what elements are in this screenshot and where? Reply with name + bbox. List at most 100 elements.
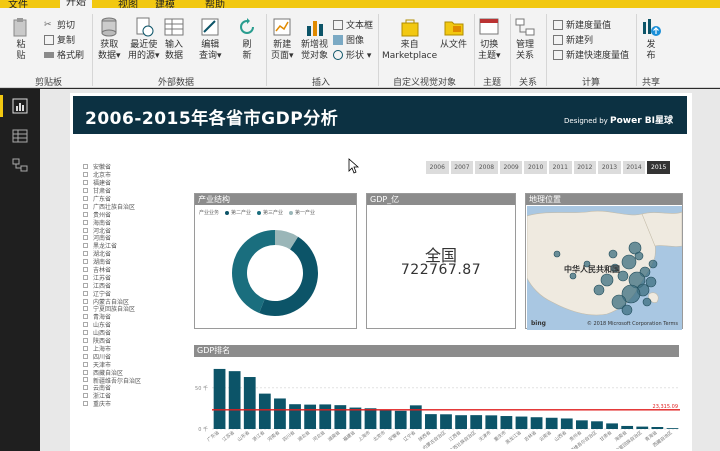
map-bubble[interactable]: [642, 297, 652, 307]
edit-queries-button[interactable]: 编辑 查询▾: [199, 16, 222, 62]
checkbox[interactable]: [83, 401, 88, 407]
map-bubble[interactable]: [608, 249, 618, 259]
checkbox[interactable]: [83, 180, 88, 186]
year-button[interactable]: 2011: [548, 161, 572, 174]
map-bubble[interactable]: [645, 276, 657, 288]
gdp-bar[interactable]: [213, 368, 226, 429]
new-page-button[interactable]: 新建 页面▾: [271, 16, 294, 62]
year-button[interactable]: 2013: [598, 161, 621, 174]
map-bubble[interactable]: [593, 284, 605, 296]
checkbox[interactable]: [83, 345, 88, 351]
tab-home[interactable]: 开始: [60, 0, 92, 8]
checkbox[interactable]: [83, 203, 88, 209]
checkbox[interactable]: [83, 306, 88, 312]
gdp-bar[interactable]: [349, 407, 362, 429]
gdp-bar[interactable]: [575, 420, 588, 429]
province-slicer-item[interactable]: 重庆市: [83, 400, 183, 408]
gdp-bar[interactable]: [228, 371, 241, 429]
checkbox[interactable]: [83, 259, 88, 265]
year-button[interactable]: 2007: [450, 161, 474, 174]
gdp-bar[interactable]: [455, 415, 467, 429]
paste-button[interactable]: 粘 贴: [10, 16, 32, 62]
checkbox[interactable]: [83, 361, 88, 367]
year-button[interactable]: 2008: [475, 161, 498, 174]
checkbox[interactable]: [83, 330, 88, 336]
checkbox[interactable]: [83, 243, 88, 249]
gdp-bar[interactable]: [289, 404, 301, 429]
copy-button[interactable]: 复制: [44, 33, 75, 46]
gdp-ranking-bar-chart[interactable]: 0 千50 千广东省 江苏省 山东省 浙江省 河南省 四川省 湖北省 河北省 湖南省 福建省 上海市…: [194, 359, 684, 449]
year-button[interactable]: 2009: [499, 161, 523, 174]
gdp-bar[interactable]: [394, 410, 407, 429]
checkbox[interactable]: [83, 298, 88, 304]
china-map[interactable]: 中华人民共和国 bing © 2018 Microsoft Corporatio…: [527, 206, 682, 330]
checkbox[interactable]: [83, 322, 88, 328]
gdp-bar[interactable]: [530, 417, 543, 429]
checkbox[interactable]: [83, 227, 88, 233]
map-bubble[interactable]: [634, 251, 644, 261]
from-file-button[interactable]: 从文件: [440, 16, 467, 51]
year-button[interactable]: 2015: [647, 161, 670, 174]
get-data-button[interactable]: 获取 数据▾: [98, 16, 121, 62]
gdp-bar[interactable]: [409, 405, 422, 429]
checkbox[interactable]: [83, 353, 88, 359]
checkbox[interactable]: [83, 172, 88, 178]
map-bubble[interactable]: [648, 259, 658, 269]
new-column-button[interactable]: 新建列: [553, 33, 593, 46]
gdp-bar[interactable]: [485, 415, 498, 429]
gdp-bar[interactable]: [274, 398, 286, 429]
format-painter-button[interactable]: 格式刷: [44, 48, 84, 61]
model-view-icon[interactable]: [12, 157, 28, 173]
checkbox[interactable]: [83, 164, 88, 170]
gdp-bar[interactable]: [591, 421, 603, 429]
data-view-icon[interactable]: [12, 128, 28, 144]
checkbox[interactable]: [83, 188, 88, 194]
gdp-bar[interactable]: [545, 417, 558, 429]
checkbox[interactable]: [83, 369, 88, 375]
checkbox[interactable]: [83, 267, 88, 273]
marketplace-button[interactable]: 来自 Marketplace: [382, 16, 437, 62]
gdp-bar[interactable]: [606, 423, 618, 429]
new-measure-button[interactable]: 新建度量值: [553, 18, 611, 31]
gdp-bar[interactable]: [379, 410, 392, 429]
cut-button[interactable]: ✂ 剪切: [44, 18, 75, 32]
textbox-button[interactable]: 文本框: [333, 18, 373, 31]
publish-button[interactable]: 发 布: [640, 16, 662, 62]
gdp-bar[interactable]: [636, 426, 649, 429]
checkbox[interactable]: [83, 338, 88, 344]
map-bubble[interactable]: [621, 304, 633, 316]
map-bubble[interactable]: [600, 273, 614, 287]
year-button[interactable]: 2010: [524, 161, 547, 174]
gdp-bar[interactable]: [304, 404, 317, 429]
checkbox[interactable]: [83, 393, 88, 399]
year-button[interactable]: 2014: [622, 161, 646, 174]
checkbox[interactable]: [83, 290, 88, 296]
gdp-bar[interactable]: [666, 428, 679, 429]
map-bubble[interactable]: [553, 250, 561, 258]
shapes-button[interactable]: 形状 ▾: [333, 48, 371, 61]
gdp-bar[interactable]: [440, 414, 452, 429]
enter-data-button[interactable]: 输入 数据: [163, 16, 185, 62]
gdp-bar[interactable]: [621, 425, 634, 429]
quick-measure-button[interactable]: 新建快速度量值: [553, 48, 629, 61]
year-button[interactable]: 2012: [573, 161, 597, 174]
gdp-bar[interactable]: [560, 418, 573, 429]
checkbox[interactable]: [83, 196, 88, 201]
report-view-icon[interactable]: [12, 98, 28, 114]
gdp-bar[interactable]: [243, 377, 256, 429]
gdp-bar[interactable]: [258, 393, 271, 429]
refresh-button[interactable]: 刷 新: [236, 16, 258, 62]
checkbox[interactable]: [83, 282, 88, 288]
donut-slice[interactable]: [259, 236, 318, 316]
checkbox[interactable]: [83, 314, 88, 320]
recent-sources-button[interactable]: 最近使 用的源▾: [128, 16, 160, 62]
checkbox[interactable]: [83, 274, 88, 280]
image-button[interactable]: 图像: [333, 33, 364, 46]
checkbox[interactable]: [83, 377, 88, 383]
gdp-bar[interactable]: [334, 405, 347, 429]
checkbox[interactable]: [83, 235, 88, 241]
checkbox[interactable]: [83, 385, 88, 391]
gdp-bar[interactable]: [651, 427, 664, 429]
map-bubble[interactable]: [621, 254, 637, 270]
gdp-bar[interactable]: [470, 415, 483, 429]
